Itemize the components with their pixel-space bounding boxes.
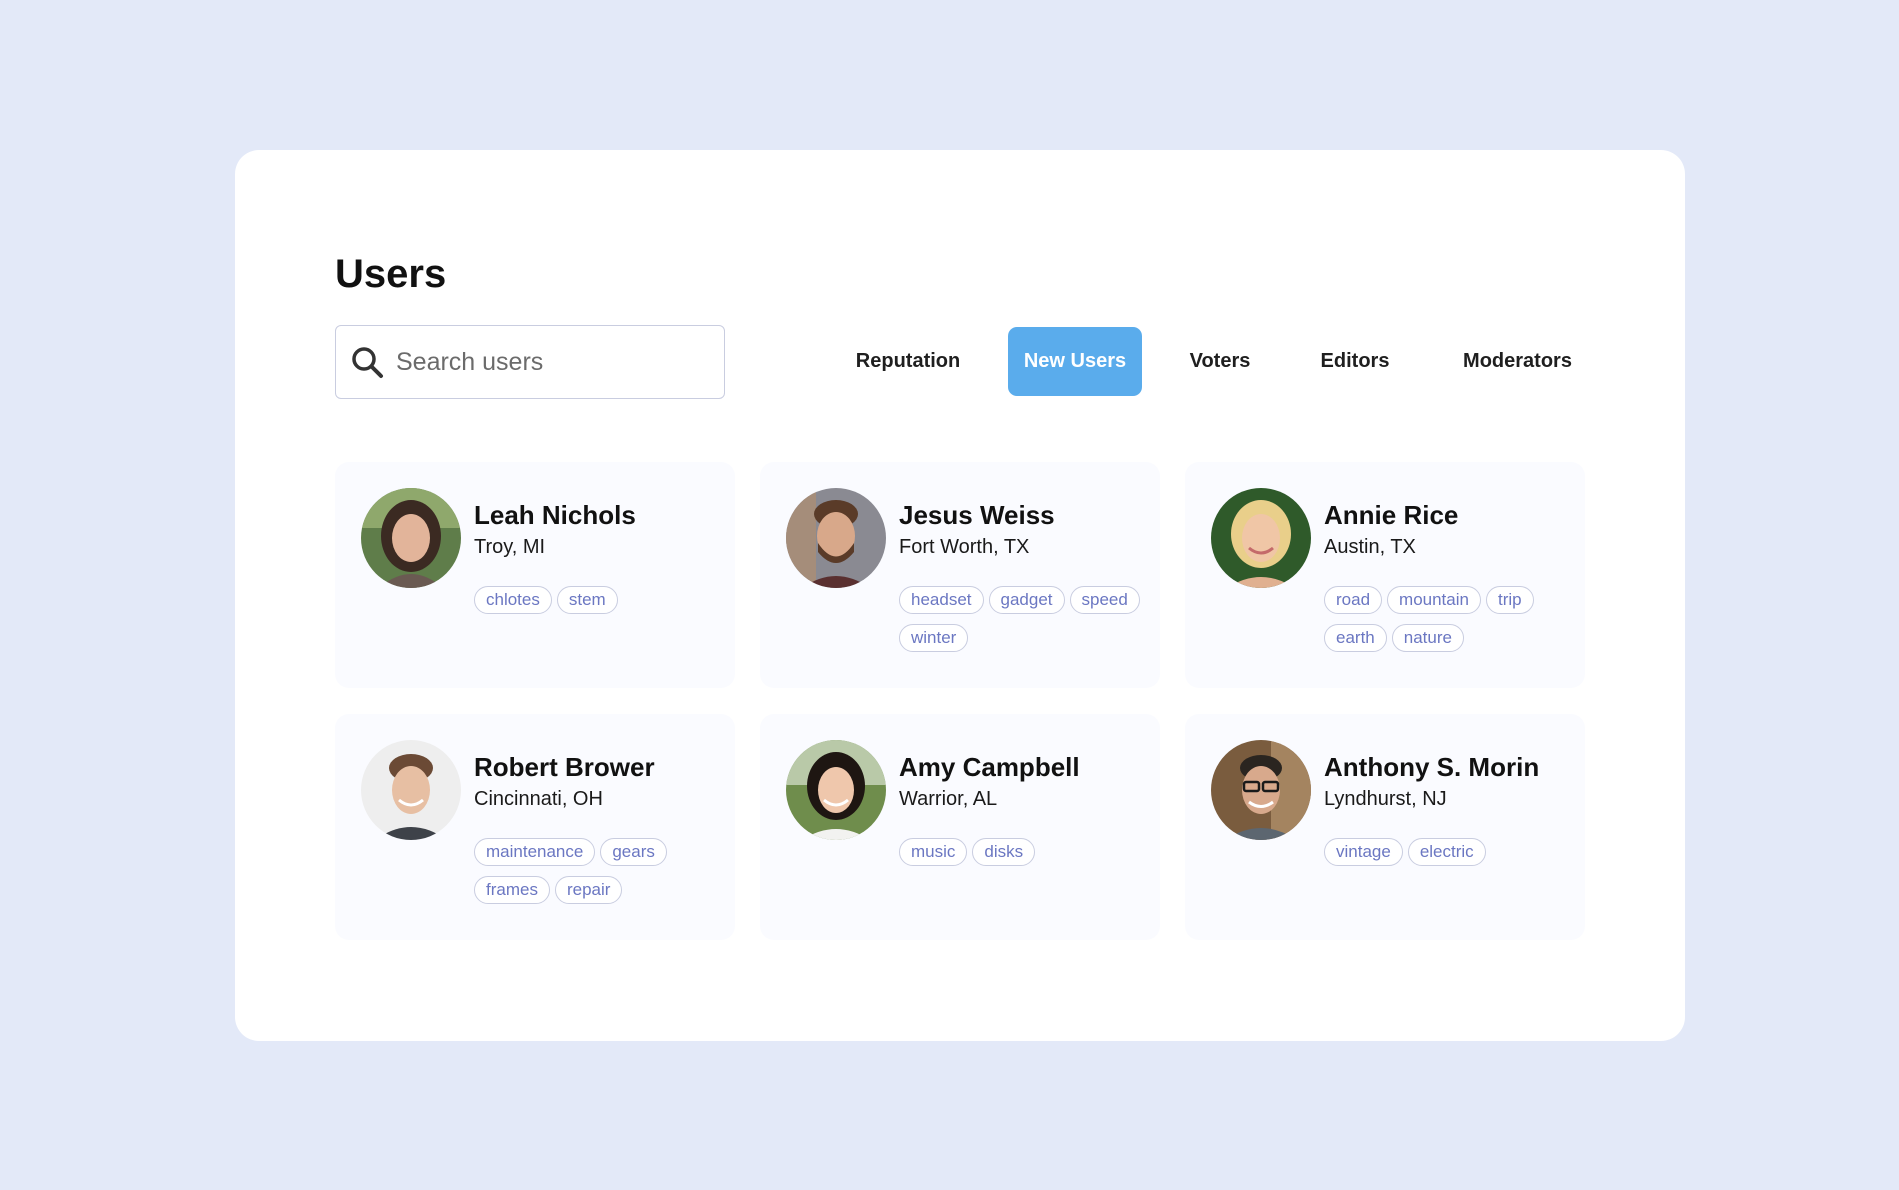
avatar[interactable] (786, 740, 886, 840)
tag[interactable]: vintage (1324, 838, 1403, 866)
tag[interactable]: electric (1407, 838, 1486, 866)
user-name[interactable]: Jesus Weiss (899, 500, 1055, 531)
tag[interactable]: headset (899, 586, 984, 614)
tag[interactable]: music (899, 838, 968, 866)
user-tags: road mountain trip earth nature (1324, 586, 1574, 652)
tag[interactable]: gears (600, 838, 667, 866)
user-location: Lyndhurst, NJ (1324, 788, 1447, 810)
tag[interactable]: road (1324, 586, 1383, 614)
user-location: Fort Worth, TX (899, 536, 1030, 558)
tab-voters[interactable]: Voters (1165, 327, 1275, 396)
user-tags: music disks (899, 838, 1149, 866)
users-panel: Users Reputation New Users Voters Editor… (235, 150, 1685, 1041)
avatar[interactable] (1211, 488, 1311, 588)
tag[interactable]: stem (556, 586, 618, 614)
user-name[interactable]: Robert Brower (474, 752, 655, 783)
tab-editors[interactable]: Editors (1295, 327, 1415, 396)
tag[interactable]: winter (899, 624, 969, 652)
tag[interactable]: repair (554, 876, 623, 904)
tag[interactable]: mountain (1387, 586, 1481, 614)
avatar[interactable] (1211, 740, 1311, 840)
user-card[interactable]: Leah Nichols Troy, MI chlotes stem (335, 462, 735, 688)
user-filter-tabs: Reputation New Users Voters Editors Mode… (235, 327, 1685, 396)
tag[interactable]: trip (1485, 586, 1534, 614)
user-name[interactable]: Annie Rice (1324, 500, 1458, 531)
avatar[interactable] (361, 488, 461, 588)
user-tags: headset gadget speed winter (899, 586, 1149, 652)
page-title: Users (335, 252, 447, 296)
user-location: Austin, TX (1324, 536, 1416, 558)
tag[interactable]: frames (474, 876, 550, 904)
user-card[interactable]: Amy Campbell Warrior, AL music disks (760, 714, 1160, 940)
tag[interactable]: nature (1391, 624, 1464, 652)
tag[interactable]: disks (972, 838, 1036, 866)
user-name[interactable]: Anthony S. Morin (1324, 752, 1539, 783)
tab-moderators[interactable]: Moderators (1435, 327, 1600, 396)
tag[interactable]: chlotes (474, 586, 552, 614)
user-name[interactable]: Leah Nichols (474, 500, 636, 531)
user-tags: vintage electric (1324, 838, 1574, 866)
tag[interactable]: maintenance (474, 838, 596, 866)
user-name[interactable]: Amy Campbell (899, 752, 1080, 783)
user-card[interactable]: Robert Brower Cincinnati, OH maintenance… (335, 714, 735, 940)
avatar[interactable] (786, 488, 886, 588)
user-card[interactable]: Anthony S. Morin Lyndhurst, NJ vintage e… (1185, 714, 1585, 940)
tab-new-users[interactable]: New Users (1008, 327, 1142, 396)
user-location: Warrior, AL (899, 788, 998, 810)
tab-reputation[interactable]: Reputation (835, 327, 981, 396)
user-card[interactable]: Jesus Weiss Fort Worth, TX headset gadge… (760, 462, 1160, 688)
avatar[interactable] (361, 740, 461, 840)
tag[interactable]: speed (1069, 586, 1140, 614)
user-card[interactable]: Annie Rice Austin, TX road mountain trip… (1185, 462, 1585, 688)
user-location: Cincinnati, OH (474, 788, 603, 810)
user-tags: chlotes stem (474, 586, 724, 614)
user-tags: maintenance gears frames repair (474, 838, 724, 904)
tag[interactable]: gadget (988, 586, 1065, 614)
user-location: Troy, MI (474, 536, 546, 558)
tag[interactable]: earth (1324, 624, 1387, 652)
